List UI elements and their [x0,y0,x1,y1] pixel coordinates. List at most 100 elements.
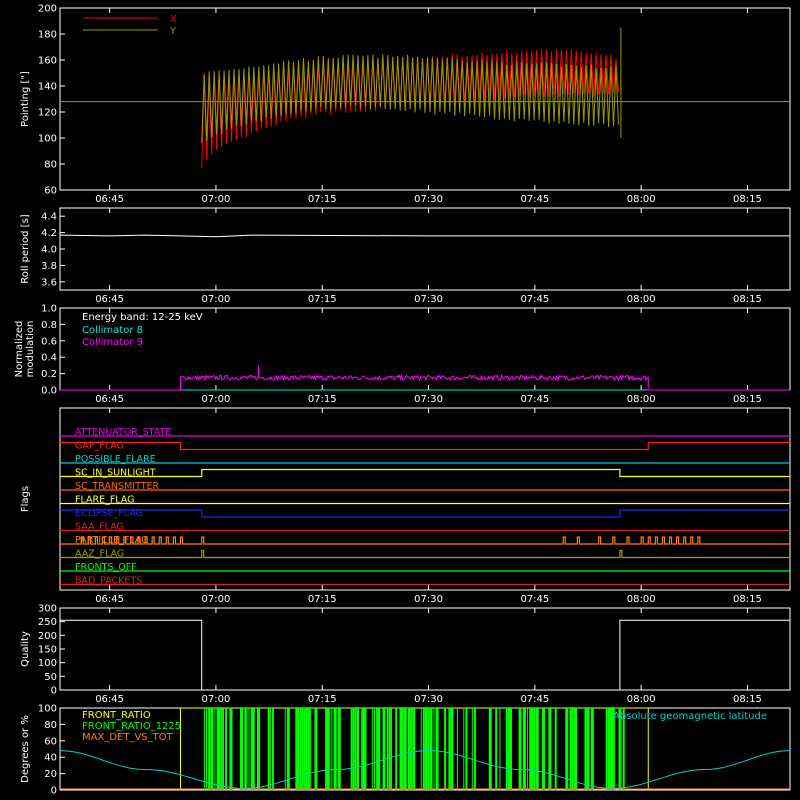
front-ratio-1225-bar [533,708,536,790]
front-ratio-1225-bar [284,708,286,790]
x-tick-label: 07:30 [414,194,443,205]
x-tick-label: 07:45 [520,594,549,605]
y-axis-label: Roll period [s] [20,214,31,283]
front-ratio-1225-bar [220,708,223,790]
front-ratio-1225-bar [471,708,473,790]
y-tick-label: 0 [51,786,57,797]
y-tick-label: 150 [38,645,57,656]
front-ratio-1225-bar [586,708,590,790]
y-tick-label: 40 [44,753,57,764]
y-tick-label: 100 [38,134,57,145]
front-ratio-1225-bar [337,708,341,790]
front-ratio-1225-bar [554,708,557,790]
front-ratio-1225-bar [357,708,359,790]
front-ratio-1225-bar [488,708,492,790]
front-ratio-1225-bar [448,708,451,790]
x-tick-label: 08:15 [733,194,762,205]
front-ratio-1225-bar [550,708,552,790]
front-ratio-1225-bar [378,708,381,790]
x-tick-label: 07:15 [308,394,337,405]
y-tick-label: 3.6 [41,277,57,288]
front-ratio-1225-bar [590,708,594,790]
front-ratio-1225-bar [473,708,476,790]
panel-frame-1 [59,207,791,291]
y-tick-label: 50 [44,672,57,683]
x-tick-label: 06:45 [95,194,124,205]
front-ratio-1225-bar [408,708,410,790]
front-ratio-1225-bar [499,708,501,790]
front-ratio-1225-bar [314,708,318,790]
front-ratio-1225-bar [410,708,413,790]
front-ratio-1225-bar [420,708,422,790]
energy-band-annotation: Energy band: 12-25 keV [82,312,203,323]
front-ratio-1225-bar [365,708,367,790]
legend-label: Absolute geomagnetic latitude [613,711,767,722]
front-ratio-1225-bar [310,708,312,790]
front-ratio-1225-bar [354,708,357,790]
y-tick-label: 3.8 [41,261,57,272]
x-tick-label: 08:15 [733,694,762,705]
x-tick-label: 08:00 [627,694,656,705]
front-ratio-1225-bar [537,708,539,790]
y-tick-label: 120 [38,108,57,119]
x-tick-label: 06:45 [95,594,124,605]
y-tick-label: 180 [38,30,57,41]
front-ratio-1225-bar [203,708,205,790]
y-tick-label: 4.4 [41,212,57,223]
y-tick-label: 60 [44,186,57,197]
front-ratio-1225-bar [218,708,221,790]
x-tick-label: 08:00 [627,194,656,205]
legend-label: MAX_DET_VS_TOT [82,732,174,743]
flag-line-gap_flag [60,441,790,451]
flag-line-aaz_flag [60,549,790,559]
front-ratio-1225-bar [518,708,522,790]
roll-period-line [59,234,790,238]
front-ratio-1225-bar [435,708,439,790]
x-tick-label: 06:45 [95,294,124,305]
quality-line [60,619,790,691]
front-ratio-1225-bar [214,708,216,790]
front-ratio-1225-bar [403,708,407,790]
y-tick-label: 0.4 [41,353,57,364]
y-tick-label: 200 [38,631,57,642]
y-tick-label: 140 [38,82,57,93]
front-ratio-1225-bar [269,708,271,790]
x-tick-label: 07:00 [202,594,231,605]
legend-label: Collimator 9 [82,337,143,348]
front-ratio-1225-bar [386,708,389,790]
front-ratio-1225-bar [329,708,331,790]
front-ratio-1225-bar [244,708,247,790]
front-ratio-1225-bar [327,708,330,790]
front-ratio-1225-bar [301,708,304,790]
y-tick-label: 0.8 [41,320,57,331]
front-ratio-1225-bar [382,708,386,790]
x-tick-label: 07:00 [202,394,231,405]
x-tick-label: 07:45 [520,294,549,305]
x-tick-label: 08:15 [733,394,762,405]
y-axis-label: Degrees or % [20,715,31,783]
front-ratio-1225-bar [231,708,233,790]
front-ratio-1225-bar [431,708,433,790]
x-tick-label: 07:30 [414,294,443,305]
flag-line-eclipse_flag [60,509,790,518]
x-tick-label: 08:00 [627,394,656,405]
y-tick-label: 100 [38,704,57,715]
front-ratio-1225-bar [433,708,435,790]
front-ratio-1225-bar [305,708,308,790]
x-tick-label: 08:00 [627,294,656,305]
front-ratio-1225-bar [388,708,391,790]
x-tick-label: 07:00 [202,694,231,705]
x-tick-label: 08:00 [627,594,656,605]
series-y-line [201,54,619,143]
y-tick-label: 0.0 [41,386,57,397]
front-ratio-1225-bar [308,708,311,790]
front-ratio-1225-bar [544,708,546,790]
front-ratio-1225-bar [605,708,608,790]
front-ratio-1225-bar [571,708,574,790]
front-ratio-1225-bar [352,708,355,790]
y-tick-label: 4.2 [41,228,57,239]
y-tick-label: 80 [44,720,57,731]
front-ratio-1225-bar [210,708,214,790]
y-axis-label: Normalized [14,321,25,378]
x-tick-label: 07:15 [308,594,337,605]
